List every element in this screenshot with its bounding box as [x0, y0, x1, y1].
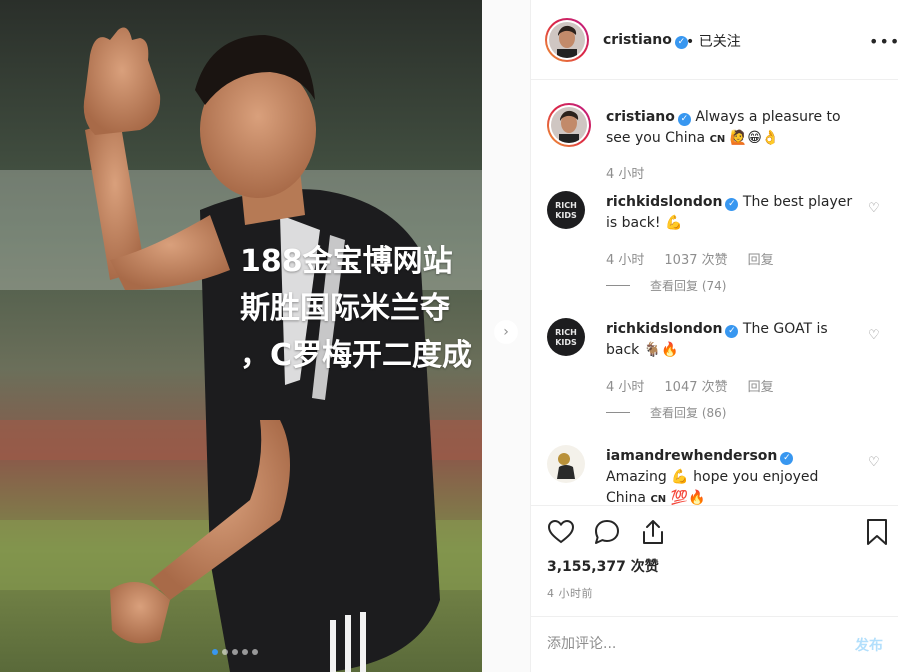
add-comment-input[interactable]: [547, 633, 827, 655]
comment-emojis: 🐐🔥: [643, 342, 679, 358]
post-button[interactable]: 发布: [855, 635, 883, 655]
view-replies-label[interactable]: 查看回复 (74): [650, 277, 726, 294]
comment-meta: 4 小时 1037 次赞 回复: [606, 249, 774, 268]
comment-body: richkidslondon ✓ The GOAT is back 🐐🔥: [606, 319, 856, 361]
comment-item: iamandrewhenderson ✓ Amazing 💪 hope you e…: [547, 445, 887, 505]
comment-body: richkidslondon ✓ The best player is back!…: [606, 192, 856, 234]
comment-item: RICH KIDS richkidslondon ✓ The best playe…: [547, 191, 887, 301]
username-text[interactable]: cristiano: [603, 32, 672, 48]
flag-cn-icon: CN: [650, 494, 667, 505]
next-slide-button[interactable]: ›: [494, 320, 518, 344]
svg-text:RICH: RICH: [555, 328, 577, 337]
avatar-image: [551, 107, 587, 143]
like-count[interactable]: 3,155,377 次赞: [547, 556, 659, 576]
svg-text:RICH: RICH: [555, 201, 577, 210]
reply-button[interactable]: 回复: [748, 249, 774, 268]
verified-badge-icon: ✓: [725, 325, 739, 338]
comment-likes[interactable]: 1037 次赞: [664, 249, 727, 268]
header-username[interactable]: cristiano ✓: [603, 32, 688, 49]
view-replies-button[interactable]: 查看回复 (74): [606, 277, 726, 294]
small-heart-icon[interactable]: ♡: [868, 201, 880, 216]
reply-button[interactable]: 回复: [748, 376, 774, 395]
carousel-dot: [252, 649, 258, 655]
comment-list[interactable]: cristiano ✓ Always a pleasure to see you …: [531, 81, 898, 505]
avatar[interactable]: [547, 445, 585, 483]
small-heart-icon[interactable]: ♡: [868, 328, 880, 343]
carousel-dot: [222, 649, 228, 655]
avatar-image: [547, 445, 585, 483]
comment-username[interactable]: richkidslondon: [606, 194, 722, 210]
comment-emojis: 💪: [664, 215, 683, 231]
verified-badge-icon: ✓: [725, 198, 739, 211]
avatar-image: [549, 22, 585, 58]
heart-icon[interactable]: [547, 518, 575, 546]
post-actions: 3,155,377 次赞 4 小时前: [531, 505, 898, 625]
replies-divider: [606, 285, 630, 286]
comment-icon[interactable]: [593, 518, 621, 546]
view-replies-button[interactable]: 查看回复 (86): [606, 404, 726, 421]
avatar[interactable]: [545, 18, 589, 62]
caption-comment: cristiano ✓ Always a pleasure to see you …: [547, 103, 887, 183]
comment-time: 4 小时: [606, 253, 645, 268]
post-side-panel: cristiano ✓ • 已关注 ••• cristiano ✓ Always a: [530, 0, 898, 672]
post-timestamp: 4 小时前: [547, 587, 593, 600]
avatar[interactable]: RICH KIDS: [547, 318, 585, 356]
comment-likes[interactable]: 1047 次赞: [664, 376, 727, 395]
comment-username[interactable]: iamandrewhenderson: [606, 448, 777, 464]
comment-time: 4 小时: [606, 167, 645, 182]
comment-meta: 4 小时: [606, 163, 644, 182]
carousel-dot: [242, 649, 248, 655]
bookmark-icon[interactable]: [863, 518, 891, 546]
avatar[interactable]: RICH KIDS: [547, 191, 585, 229]
svg-text:KIDS: KIDS: [555, 211, 577, 220]
post-media[interactable]: 188金宝博网站 斯胜国际米兰夺 ，C罗梅开二度成 ›: [0, 0, 530, 672]
comment-time: 4 小时: [606, 380, 645, 395]
richkids-logo-icon: RICH KIDS: [547, 318, 585, 356]
share-icon[interactable]: [639, 518, 667, 546]
more-icon[interactable]: •••: [869, 32, 898, 51]
comment-meta: 4 小时 1047 次赞 回复: [606, 376, 774, 395]
overlay-headline: 188金宝博网站 斯胜国际米兰夺 ，C罗梅开二度成: [240, 244, 473, 373]
comment-emojis: 🙋😁👌: [729, 130, 780, 146]
replies-divider: [606, 412, 630, 413]
richkids-logo-icon: RICH KIDS: [547, 191, 585, 229]
post-header: cristiano ✓ • 已关注 •••: [531, 0, 898, 80]
view-replies-label[interactable]: 查看回复 (86): [650, 404, 726, 421]
verified-badge-icon: ✓: [677, 113, 691, 126]
comment-item: RICH KIDS richkidslondon ✓ The GOAT is ba…: [547, 318, 887, 428]
add-comment-bar: 发布: [531, 616, 898, 672]
avatar[interactable]: [547, 103, 591, 147]
carousel-dots: [212, 649, 258, 655]
verified-badge-icon: ✓: [780, 452, 794, 465]
comment-username[interactable]: cristiano: [606, 109, 675, 125]
comment-emojis: 💯🔥: [670, 490, 706, 505]
carousel-dot: [212, 649, 218, 655]
follow-status[interactable]: • 已关注: [686, 31, 741, 51]
comment-username[interactable]: richkidslondon: [606, 321, 722, 337]
comment-body: cristiano ✓ Always a pleasure to see you …: [606, 107, 856, 150]
flag-cn-icon: CN: [709, 134, 726, 145]
small-heart-icon[interactable]: ♡: [868, 455, 880, 470]
carousel-dot: [232, 649, 238, 655]
comment-body: iamandrewhenderson ✓ Amazing 💪 hope you e…: [606, 446, 856, 505]
comment-text: Amazing 💪 hope you enjoyed China: [606, 469, 819, 505]
svg-text:KIDS: KIDS: [555, 338, 577, 347]
